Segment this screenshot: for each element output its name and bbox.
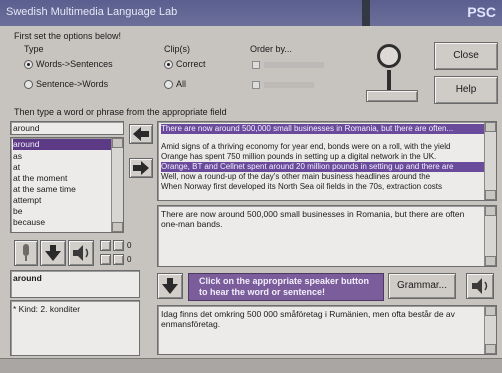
sentence-item[interactable]: Orange has spent 750 million pounds in s… <box>161 152 484 162</box>
down-arrow-icon <box>162 278 178 294</box>
translation-box[interactable]: Idag finns det omkring 500 000 småföreta… <box>157 305 497 355</box>
magnifier-icon[interactable] <box>377 44 401 68</box>
options-heading: First set the options below! <box>14 31 122 41</box>
clips-all-radio[interactable] <box>164 80 173 89</box>
status-bar <box>0 358 502 373</box>
record-button[interactable] <box>14 240 38 266</box>
order-label: Order by... <box>250 44 292 54</box>
selected-word-text: around <box>13 273 42 283</box>
scroll-up-icon[interactable] <box>485 122 496 132</box>
clips-correct-label: Correct <box>176 59 206 69</box>
grammar-info-text: * Kind: 2. konditer <box>13 304 81 314</box>
word-list[interactable]: around as at at the moment at the same t… <box>10 137 124 233</box>
selected-word-box[interactable]: around <box>10 270 140 298</box>
play-word-down-button[interactable] <box>40 240 66 266</box>
word-list-item[interactable]: at <box>13 162 20 173</box>
word-list-item[interactable]: at the moment <box>13 173 67 184</box>
scroll-up-icon[interactable] <box>112 138 123 148</box>
word-list-item[interactable]: at the same time <box>13 184 76 195</box>
word-list-item[interactable]: around <box>13 139 111 150</box>
sentence-item[interactable]: There are now around 500,000 small busin… <box>161 124 484 134</box>
help-button[interactable]: Help <box>434 76 498 104</box>
magnifier-handle <box>387 70 391 90</box>
translation-scrollbar[interactable] <box>484 306 496 354</box>
scroll-up-icon[interactable] <box>485 306 496 316</box>
speaker-icon <box>73 245 89 261</box>
word-list-scrollbar[interactable] <box>111 138 123 232</box>
type-words-radio[interactable] <box>24 60 33 69</box>
counter-a-minus-button[interactable] <box>100 240 111 251</box>
sentence-list[interactable]: There are now around 500,000 small busin… <box>157 121 497 201</box>
scroll-down-icon[interactable] <box>485 190 496 200</box>
type-sentences-label: Sentence->Words <box>36 79 109 89</box>
order-option-2-checkbox[interactable] <box>252 81 260 89</box>
microphone-icon <box>23 244 29 261</box>
counter-b-value: 0 <box>127 255 132 264</box>
word-list-item[interactable]: because <box>13 217 45 228</box>
arrow-right-icon <box>133 161 149 175</box>
word-list-item[interactable]: be <box>13 206 22 217</box>
sentence-item[interactable]: When Norway first developed its North Se… <box>161 182 484 192</box>
type-words-label: Words->Sentences <box>36 59 113 69</box>
scroll-down-icon[interactable] <box>485 344 496 354</box>
search-button[interactable] <box>366 90 418 102</box>
speaker-hint-banner: Click on the appropriate speaker button … <box>188 273 384 301</box>
clips-correct-radio[interactable] <box>164 60 173 69</box>
word-list-item[interactable]: attempt <box>13 195 41 206</box>
selected-sentence-box[interactable]: There are now around 500,000 small busin… <box>157 205 497 267</box>
sentence-item[interactable]: Orange, BT and Cellnet spent around 20 m… <box>161 162 484 172</box>
counter-a-value: 0 <box>127 241 132 250</box>
clips-all-label: All <box>176 79 187 89</box>
grammar-info-box[interactable]: * Kind: 2. konditer <box>10 300 140 356</box>
counter-b-plus-button[interactable] <box>113 254 124 265</box>
window-title: Swedish Multimedia Language Lab <box>6 6 178 18</box>
word-list-item[interactable]: as <box>13 151 22 162</box>
sentence-text-scrollbar[interactable] <box>484 206 496 266</box>
scroll-down-icon[interactable] <box>112 222 123 232</box>
down-arrow-icon <box>45 245 61 261</box>
grammar-button[interactable]: Grammar... <box>388 273 456 299</box>
speaker-word-button[interactable] <box>68 240 94 266</box>
sentence-item[interactable]: Amid signs of a thriving economy for yea… <box>161 142 484 152</box>
close-button[interactable]: Close <box>434 42 498 70</box>
speaker-hint-text: Click on the appropriate speaker button … <box>199 276 370 297</box>
word-input-value: around <box>13 123 40 133</box>
speaker-sentence-button[interactable] <box>466 273 494 299</box>
order-option-2-label <box>264 82 314 88</box>
speaker-icon <box>472 278 488 294</box>
order-option-1-label <box>264 62 324 68</box>
scroll-up-icon[interactable] <box>485 206 496 216</box>
arrow-right-button[interactable] <box>129 158 153 178</box>
arrow-left-button[interactable] <box>129 124 153 144</box>
scroll-down-icon[interactable] <box>485 256 496 266</box>
clips-label: Clip(s) <box>164 44 190 54</box>
play-sentence-down-button[interactable] <box>157 273 183 299</box>
word-input[interactable]: around <box>10 121 124 135</box>
window-divider <box>362 0 370 26</box>
type-sentences-radio[interactable] <box>24 80 33 89</box>
selected-sentence-text: There are now around 500,000 small busin… <box>161 209 465 229</box>
counter-a-plus-button[interactable] <box>113 240 124 251</box>
sentence-list-scrollbar[interactable] <box>484 122 496 200</box>
counter-b-minus-button[interactable] <box>100 254 111 265</box>
arrow-left-icon <box>133 127 149 141</box>
type-label: Type <box>24 44 44 54</box>
order-option-1-checkbox[interactable] <box>252 61 260 69</box>
title-bar: Swedish Multimedia Language Lab PSC <box>0 0 502 26</box>
sentence-item[interactable]: Well, now a round-up of the day's other … <box>161 172 484 182</box>
field-prompt: Then type a word or phrase from the appr… <box>14 107 227 117</box>
brand-logo: PSC <box>467 4 496 20</box>
translation-text: Idag finns det omkring 500 000 småföreta… <box>161 309 455 329</box>
